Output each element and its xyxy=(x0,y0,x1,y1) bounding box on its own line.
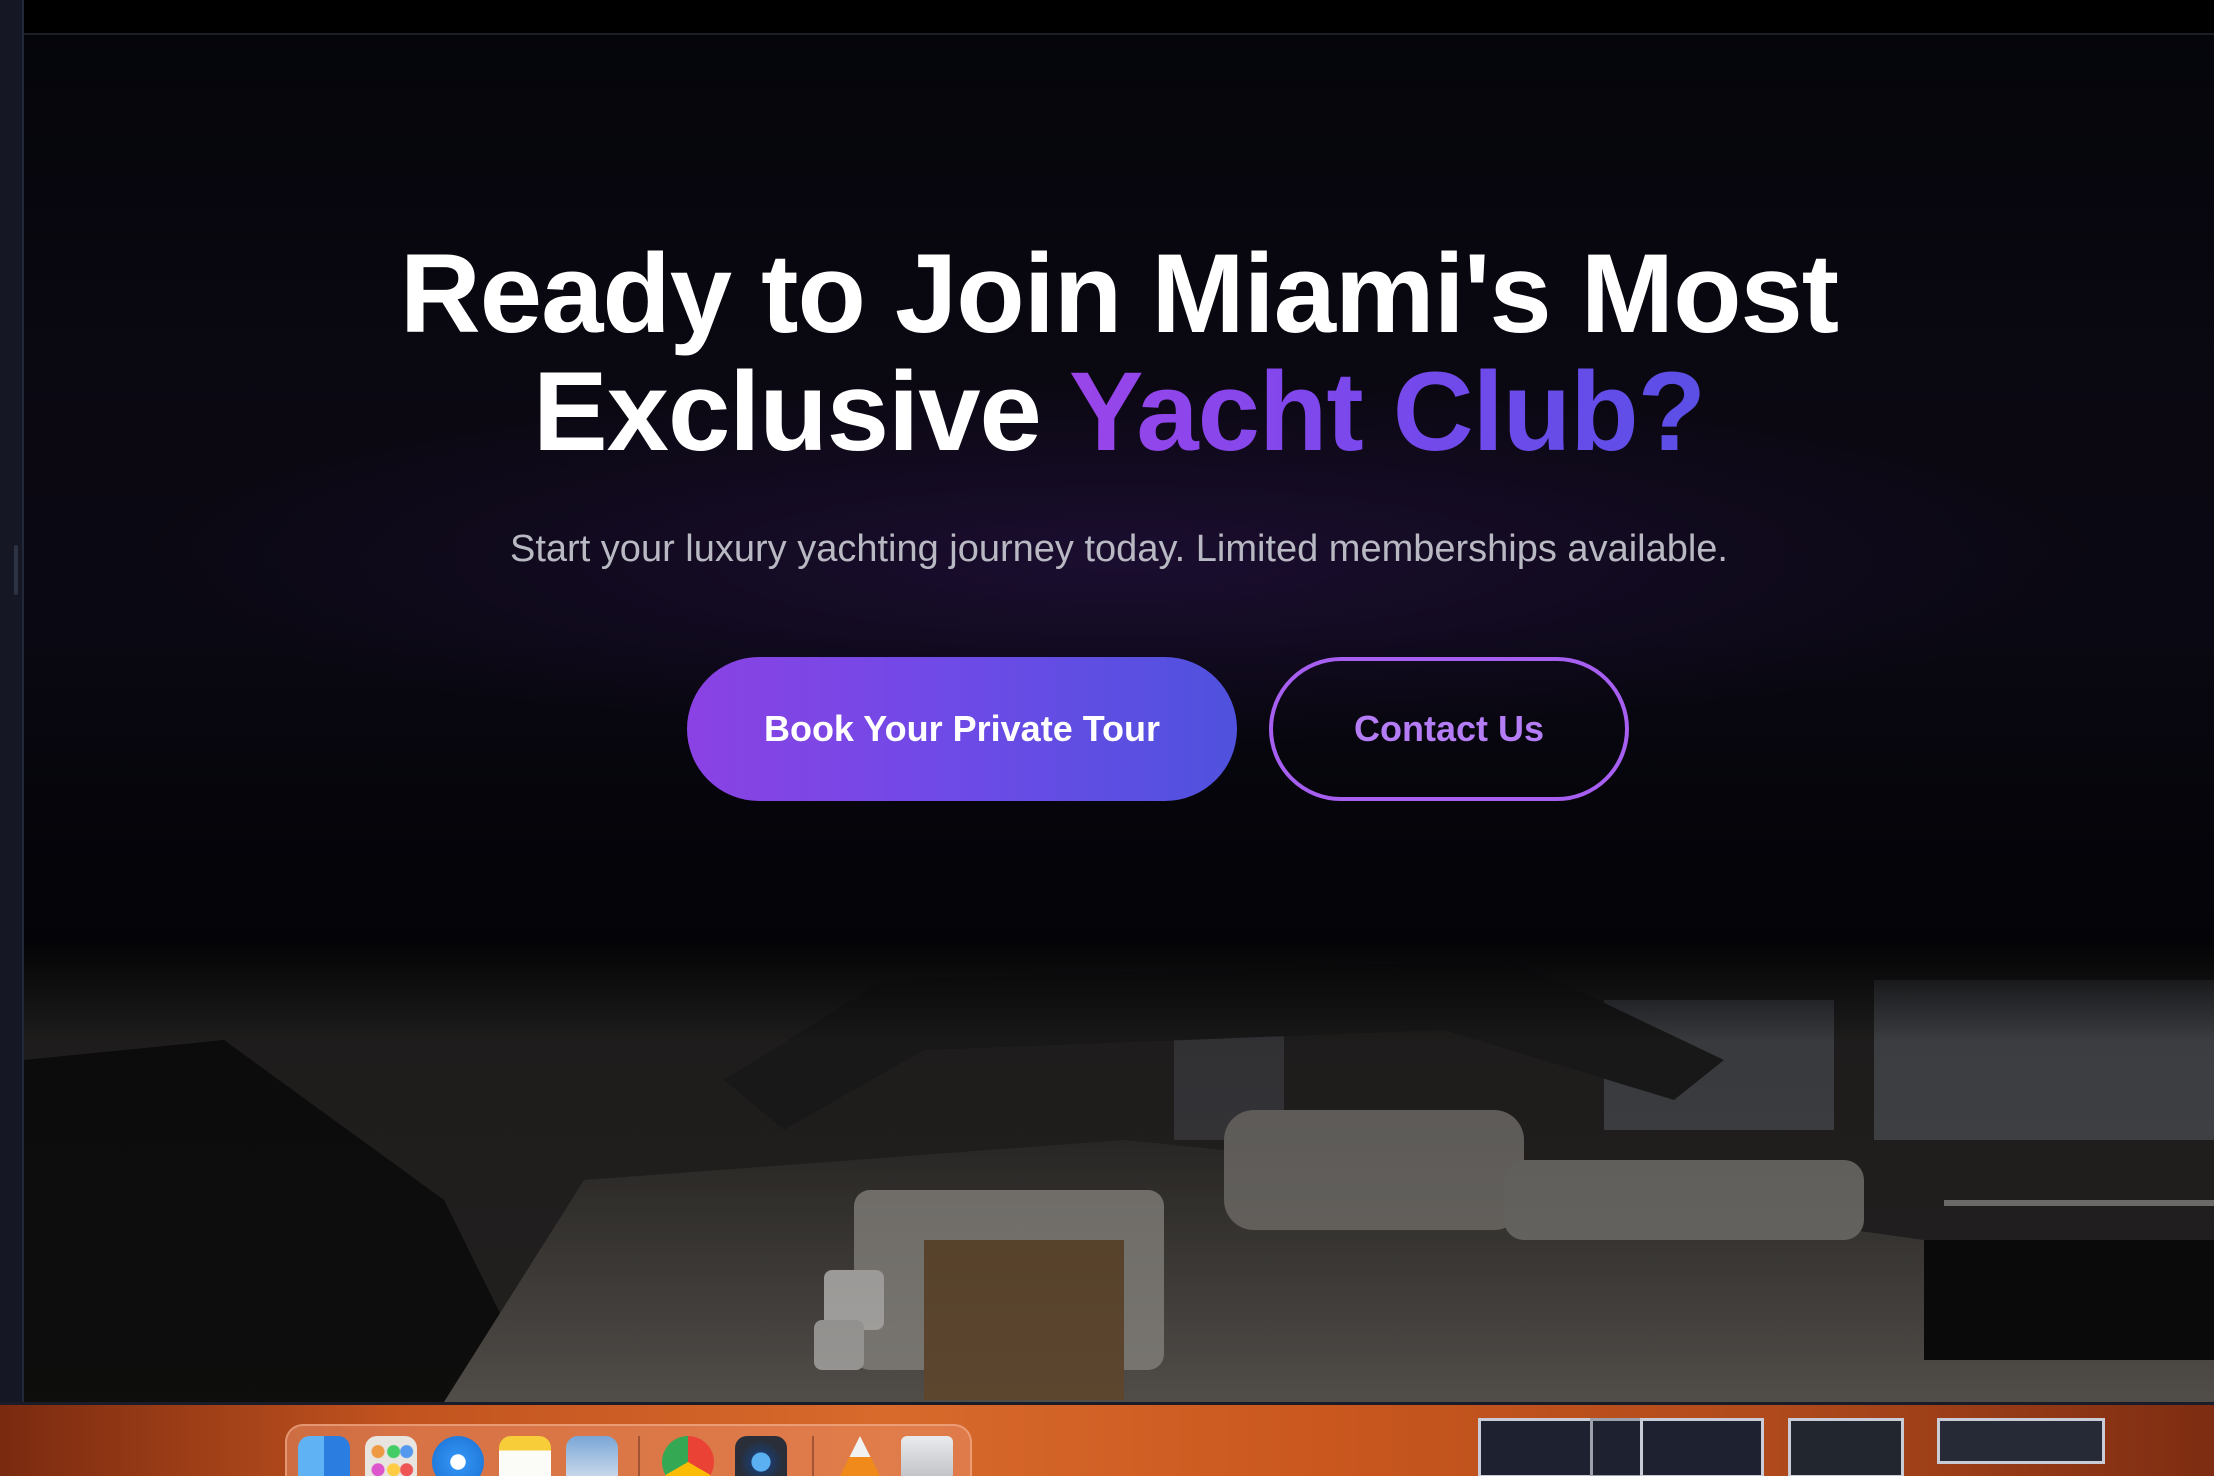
hero-title-line1: Ready to Join Miami's Most xyxy=(399,231,1839,356)
hero-subtitle: Start your luxury yachting journey today… xyxy=(510,528,1728,570)
hero-title-line2-plain: Exclusive xyxy=(532,349,1042,474)
book-private-tour-button[interactable]: Book Your Private Tour xyxy=(687,657,1237,801)
launchpad-icon[interactable] xyxy=(365,1436,417,1476)
window-thumbnail[interactable] xyxy=(1788,1418,1904,1476)
window-left-edge xyxy=(0,0,24,1402)
browser-viewport: Ready to Join Miami's Most Exclusive Yac… xyxy=(24,0,2214,1402)
page-top-bar xyxy=(24,0,2214,35)
quicktime-icon[interactable] xyxy=(735,1436,787,1476)
yacht-deck-image xyxy=(24,940,2214,1402)
window-resize-grip[interactable] xyxy=(14,545,18,595)
window-thumbnail[interactable] xyxy=(1937,1418,2105,1464)
finder-icon[interactable] xyxy=(298,1436,350,1476)
trash-icon[interactable] xyxy=(901,1436,953,1476)
hero-title-accent: Yacht Club? xyxy=(1068,349,1706,474)
window-thumbnail[interactable] xyxy=(1640,1418,1764,1476)
dock-separator xyxy=(638,1436,640,1476)
desktop-screen: Ready to Join Miami's Most Exclusive Yac… xyxy=(0,0,2214,1476)
window-thumbnail[interactable] xyxy=(1478,1418,1602,1476)
notes-icon[interactable] xyxy=(499,1436,551,1476)
dock-separator xyxy=(812,1436,814,1476)
contact-us-button[interactable]: Contact Us xyxy=(1269,657,1629,801)
preview-icon[interactable] xyxy=(566,1436,618,1476)
hero-title: Ready to Join Miami's Most Exclusive Yac… xyxy=(24,235,2214,471)
